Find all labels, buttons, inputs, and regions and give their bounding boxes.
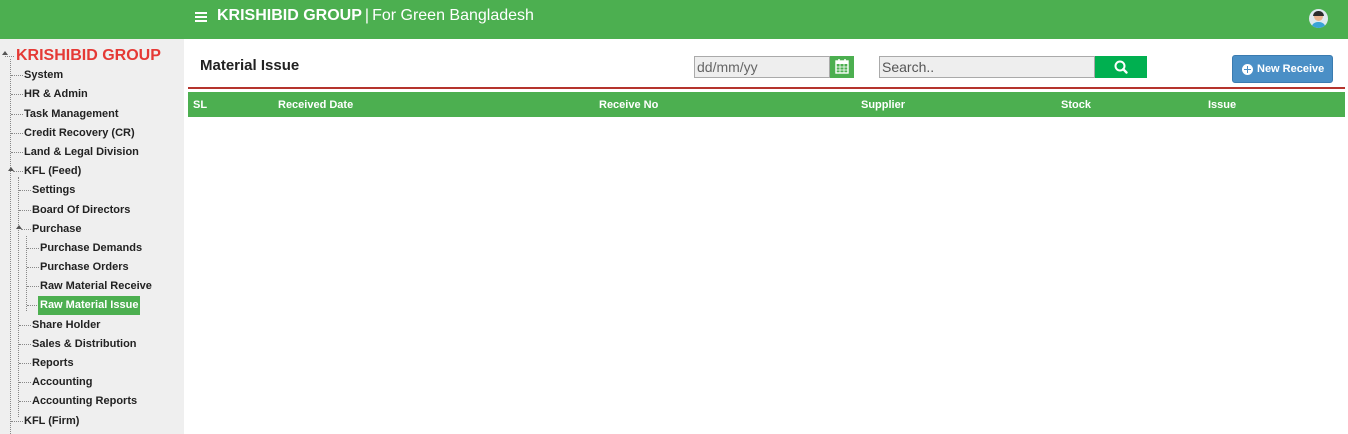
tree-root-title[interactable]: KRISHIBID GROUP xyxy=(16,47,161,65)
menu-icon[interactable] xyxy=(195,12,207,22)
sidebar-item-kfl-firm[interactable]: KFL (Firm) xyxy=(24,414,79,428)
brand-tagline: For Green Bangladesh xyxy=(372,7,534,24)
brand-separator: | xyxy=(364,7,370,24)
column-header-receive-no[interactable]: Receive No xyxy=(599,99,658,111)
date-input[interactable] xyxy=(694,56,830,78)
header-divider xyxy=(188,87,1345,89)
calendar-button[interactable] xyxy=(830,56,854,78)
calendar-icon xyxy=(835,59,849,74)
search-icon xyxy=(1114,60,1128,74)
sidebar-item-purchase-orders[interactable]: Purchase Orders xyxy=(40,260,129,274)
sidebar-item-board-of-directors[interactable]: Board Of Directors xyxy=(32,203,130,217)
column-header-received-date[interactable]: Received Date xyxy=(278,99,353,111)
app-title: KRISHIBID GROUP | For Green Bangladesh xyxy=(217,7,534,25)
sidebar-item-system[interactable]: System xyxy=(24,68,63,82)
sidebar: KRISHIBID GROUP System HR & Admin Task M… xyxy=(0,39,184,434)
top-bar: KRISHIBID GROUP | For Green Bangladesh xyxy=(0,0,1348,39)
column-header-issue[interactable]: Issue xyxy=(1208,99,1236,111)
sidebar-item-raw-material-issue[interactable]: Raw Material Issue xyxy=(38,296,141,315)
sidebar-item-kfl-feed[interactable]: KFL (Feed) xyxy=(24,164,81,178)
sidebar-item-reports[interactable]: Reports xyxy=(32,356,74,370)
column-header-supplier[interactable]: Supplier xyxy=(861,99,905,111)
search-button[interactable] xyxy=(1095,56,1147,78)
column-header-stock[interactable]: Stock xyxy=(1061,99,1091,111)
sidebar-item-land-legal[interactable]: Land & Legal Division xyxy=(24,145,139,159)
column-header-sl[interactable]: SL xyxy=(193,99,207,111)
expand-arrow-icon[interactable] xyxy=(2,51,8,55)
sidebar-item-raw-material-receive[interactable]: Raw Material Receive xyxy=(40,279,152,293)
user-avatar[interactable] xyxy=(1309,9,1328,28)
date-filter xyxy=(694,56,854,78)
sidebar-item-share-holder[interactable]: Share Holder xyxy=(32,318,100,332)
sidebar-item-purchase-demands[interactable]: Purchase Demands xyxy=(40,241,142,255)
sidebar-item-accounting-reports[interactable]: Accounting Reports xyxy=(32,394,137,408)
table-header: SL Received Date Receive No Supplier Sto… xyxy=(188,92,1345,117)
main-content: Material Issue New Receive SL xyxy=(188,39,1345,434)
sidebar-item-accounting[interactable]: Accounting xyxy=(32,375,93,389)
search-input[interactable] xyxy=(879,56,1095,78)
new-receive-label: New Receive xyxy=(1257,63,1325,75)
sidebar-item-task-management[interactable]: Task Management xyxy=(24,107,119,121)
sidebar-item-purchase[interactable]: Purchase xyxy=(32,222,82,236)
plus-circle-icon xyxy=(1242,64,1253,75)
sidebar-item-sales-distribution[interactable]: Sales & Distribution xyxy=(32,337,137,351)
sidebar-item-hr-admin[interactable]: HR & Admin xyxy=(24,87,88,101)
sidebar-item-settings[interactable]: Settings xyxy=(32,183,75,197)
page-title: Material Issue xyxy=(200,57,300,74)
sidebar-item-credit-recovery[interactable]: Credit Recovery (CR) xyxy=(24,126,135,140)
brand-name: KRISHIBID GROUP xyxy=(217,7,362,24)
new-receive-button[interactable]: New Receive xyxy=(1232,55,1333,83)
